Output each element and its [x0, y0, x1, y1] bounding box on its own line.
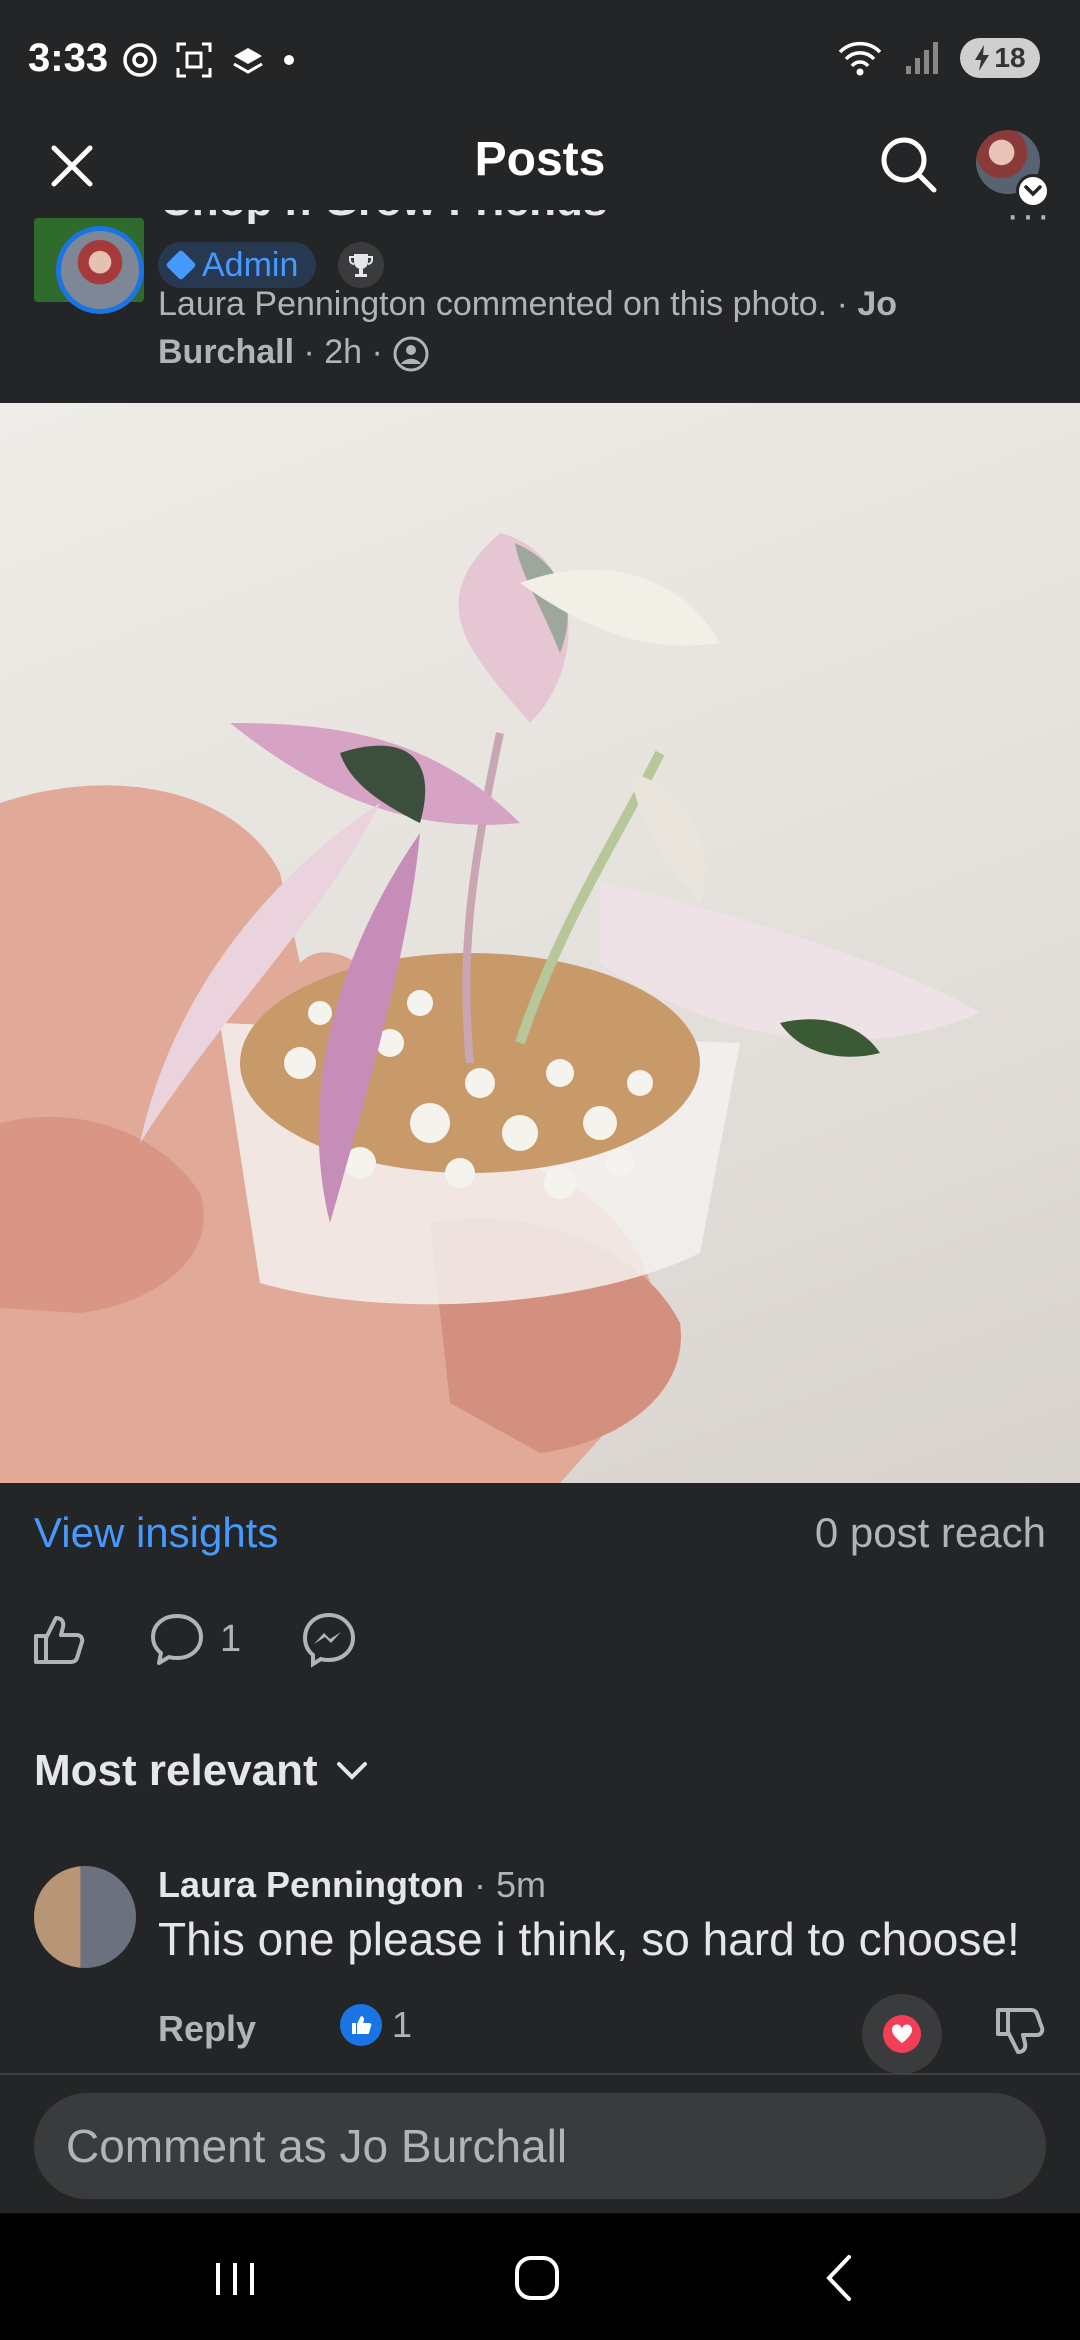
profile-menu-button[interactable] — [976, 130, 1050, 208]
heart-icon — [883, 2015, 921, 2053]
post-reach-text: 0 post reach — [814, 1509, 1046, 1556]
comment-item: Laura Pennington · 5m This one please i … — [0, 1864, 1080, 2074]
thumbs-down-icon[interactable] — [990, 2004, 1046, 2060]
messenger-share-button[interactable] — [300, 1606, 358, 1672]
admin-diamond-icon — [165, 249, 197, 281]
view-insights-link[interactable]: View insights — [34, 1509, 278, 1557]
back-icon[interactable] — [805, 2243, 875, 2313]
threads-icon — [123, 43, 157, 77]
members-privacy-icon — [393, 336, 429, 372]
dot-icon — [284, 55, 294, 65]
comment-count: 1 — [220, 1617, 242, 1660]
comment-composer — [0, 2073, 1080, 2213]
insights-row: View insights 0 post reach — [0, 1483, 1080, 1583]
post-header: Chop n Grow Friends ··· Admin Laura Penn… — [0, 210, 1080, 402]
battery-level: 18 — [994, 42, 1026, 73]
love-reaction-button[interactable] — [862, 1994, 942, 2074]
plant-photo-illustration — [0, 533, 980, 1483]
chevron-down-icon — [1016, 174, 1050, 208]
comment-time: · 5m — [474, 1864, 547, 1905]
comment-button[interactable]: 1 — [148, 1606, 241, 1672]
status-bar: 3:33 18 — [0, 0, 1080, 120]
comment-like-count[interactable]: 1 — [340, 2004, 412, 2046]
status-system-icons: 18 — [836, 38, 1040, 78]
comment-author[interactable]: Laura Pennington — [158, 1864, 464, 1905]
like-reaction-icon — [340, 2004, 382, 2046]
meta-commenter-text: Laura Pennington commented on this photo… — [158, 285, 828, 323]
system-navigation-bar — [0, 2213, 1080, 2340]
signal-icon — [906, 42, 938, 74]
status-time: 3:33 — [28, 36, 109, 80]
like-count-value: 1 — [392, 2004, 413, 2045]
home-icon[interactable] — [502, 2243, 572, 2313]
author-avatar[interactable] — [56, 226, 144, 314]
admin-label: Admin — [202, 245, 299, 284]
comment-author-avatar[interactable] — [34, 1866, 136, 1968]
comment-bubble-icon — [151, 1614, 203, 1665]
top-app-bar: Posts — [0, 120, 1080, 210]
meta-time[interactable]: 2h — [324, 333, 362, 371]
thumbs-up-icon — [34, 1616, 85, 1664]
chevron-down-icon — [336, 1762, 367, 1780]
comment-text: This one please i think, so hard to choo… — [158, 1913, 1020, 1965]
battery-indicator: 18 — [960, 38, 1040, 78]
sort-label: Most relevant — [34, 1746, 318, 1795]
recent-apps-icon[interactable] — [200, 2243, 270, 2313]
comment-author-line: Laura Pennington · 5m — [158, 1864, 546, 1906]
reply-button[interactable]: Reply — [158, 2008, 256, 2050]
charging-bolt-icon — [975, 45, 990, 71]
group-name[interactable]: Chop n Grow Friends — [160, 210, 607, 226]
like-button[interactable] — [30, 1606, 88, 1672]
wifi-icon — [838, 41, 882, 76]
post-meta: Laura Pennington commented on this photo… — [158, 280, 1038, 376]
more-options-icon[interactable]: ··· — [1006, 210, 1052, 235]
stack-app-icon — [233, 48, 263, 74]
status-notification-icons — [120, 40, 296, 80]
comment-sort-dropdown[interactable]: Most relevant — [34, 1746, 370, 1796]
post-photo[interactable] — [0, 403, 1080, 1483]
screenshot-icon — [176, 42, 212, 78]
search-icon[interactable] — [876, 132, 940, 196]
post-actions: 1 — [0, 1606, 1080, 1676]
comment-input[interactable] — [34, 2093, 1046, 2199]
messenger-icon — [302, 1612, 356, 1668]
